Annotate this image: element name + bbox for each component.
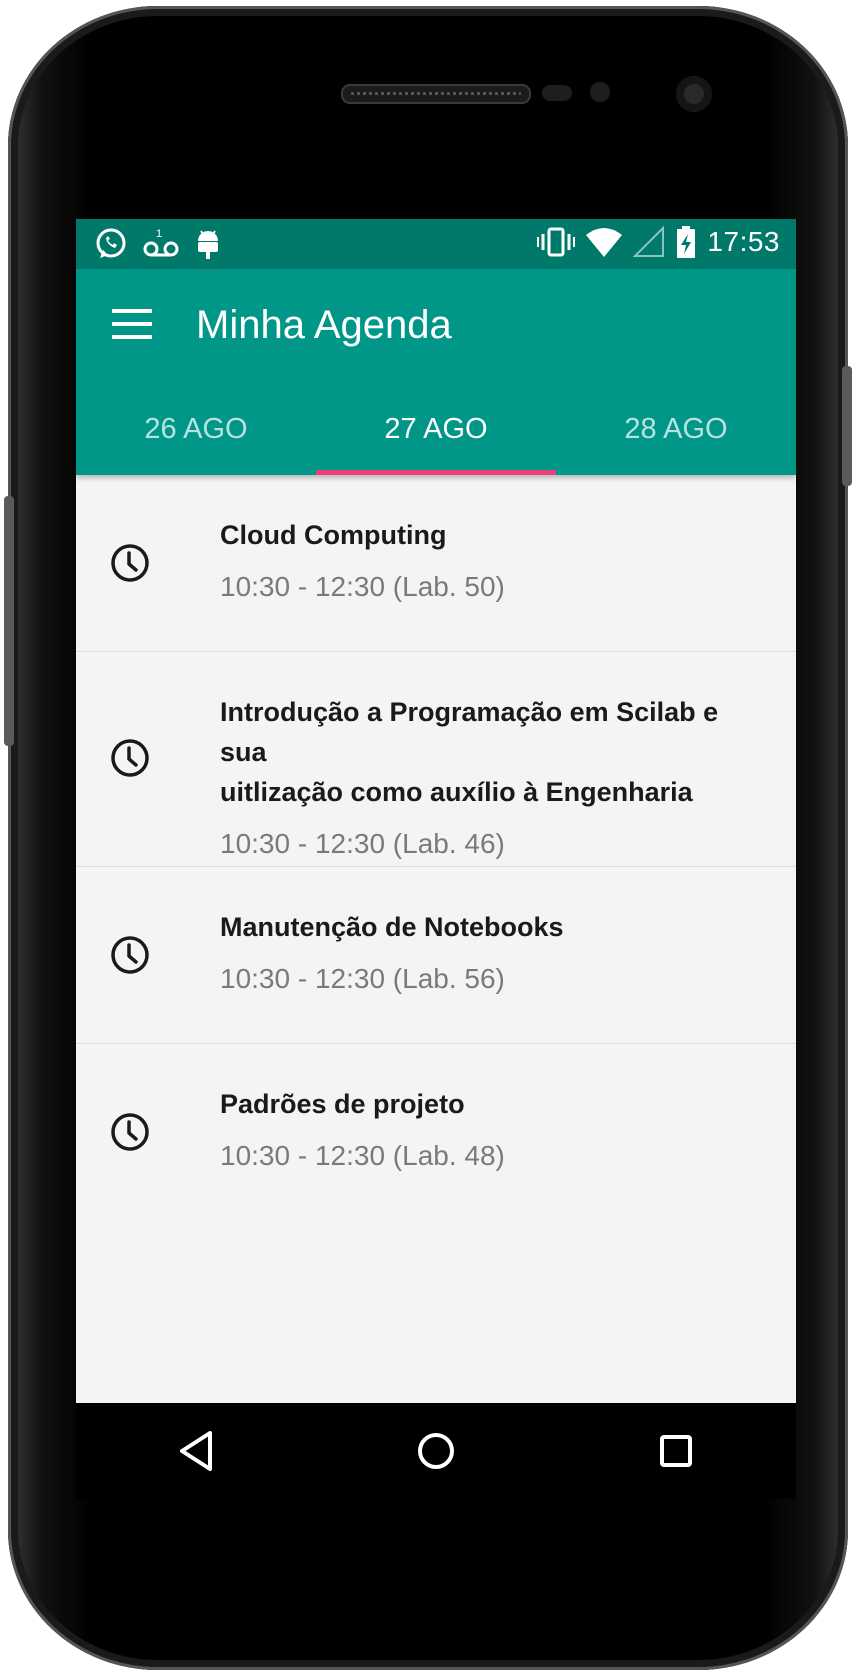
- tab-26-ago[interactable]: 26 AGO: [76, 413, 316, 475]
- power-button: [842, 366, 852, 486]
- status-bar: 1 17:53: [76, 219, 796, 269]
- list-item[interactable]: Introdução a Programação em Scilab e sua…: [76, 652, 796, 867]
- event-schedule: 10:30 - 12:30 (Lab. 56): [220, 963, 505, 994]
- whatsapp-icon: [96, 228, 126, 258]
- tab-27-ago[interactable]: 27 AGO: [316, 413, 556, 475]
- proximity-sensor: [542, 85, 572, 101]
- signal-icon: [633, 226, 665, 257]
- list-item[interactable]: Cloud Computing 10:30 - 12:30 (Lab. 50): [76, 475, 796, 652]
- event-schedule: 10:30 - 12:30 (Lab. 48): [220, 1140, 505, 1171]
- app-bar: Minha Agenda 26 AGO 27 AGO 28 AGO: [76, 269, 796, 475]
- wifi-icon: [586, 228, 623, 257]
- home-button[interactable]: [401, 1416, 471, 1486]
- list-item[interactable]: Padrões de projeto 10:30 - 12:30 (Lab. 4…: [76, 1044, 796, 1220]
- back-button[interactable]: [161, 1416, 231, 1486]
- earpiece-speaker: [341, 84, 531, 104]
- tab-28-ago[interactable]: 28 AGO: [556, 413, 796, 475]
- event-title: Cloud Computing: [220, 520, 447, 550]
- status-time: 17:53: [707, 226, 780, 257]
- clock-icon: [111, 936, 149, 974]
- vibrate-icon: [537, 227, 576, 257]
- back-icon: [180, 1431, 212, 1471]
- svg-text:1: 1: [156, 228, 162, 240]
- recents-icon: [660, 1435, 692, 1467]
- front-camera: [676, 76, 712, 112]
- list-item[interactable]: Manutenção de Notebooks 10:30 - 12:30 (L…: [76, 867, 796, 1044]
- home-icon: [418, 1433, 454, 1469]
- battery-charging-icon: [677, 226, 696, 258]
- volume-button: [4, 496, 14, 746]
- screen: 1 17:53 Minha Agenda 26 AGO 27 AGO 28 AG…: [76, 219, 796, 1499]
- phone-frame: 1 17:53 Minha Agenda 26 AGO 27 AGO 28 AG…: [4, 6, 852, 1670]
- recents-button[interactable]: [641, 1416, 711, 1486]
- event-title-line-2: uitlização como auxílio à Engenharia: [220, 777, 693, 807]
- voicemail-icon: 1: [143, 228, 179, 257]
- light-sensor: [590, 82, 610, 102]
- event-schedule: 10:30 - 12:30 (Lab. 50): [220, 571, 505, 602]
- clock-icon: [111, 739, 149, 777]
- clock-icon: [111, 544, 149, 582]
- android-debug-icon: [198, 230, 218, 259]
- date-tabs: 26 AGO 27 AGO 28 AGO: [76, 413, 796, 475]
- event-list: Cloud Computing 10:30 - 12:30 (Lab. 50) …: [76, 475, 796, 1220]
- menu-icon[interactable]: [112, 309, 152, 343]
- navigation-bar: [76, 1403, 796, 1499]
- page-title: Minha Agenda: [196, 303, 452, 347]
- clock-icon: [111, 1113, 149, 1151]
- event-schedule: 10:30 - 12:30 (Lab. 46): [220, 828, 505, 859]
- event-title: Manutenção de Notebooks: [220, 912, 564, 942]
- event-title-line-1: Introdução a Programação em Scilab e sua: [220, 697, 719, 767]
- event-title: Padrões de projeto: [220, 1089, 465, 1119]
